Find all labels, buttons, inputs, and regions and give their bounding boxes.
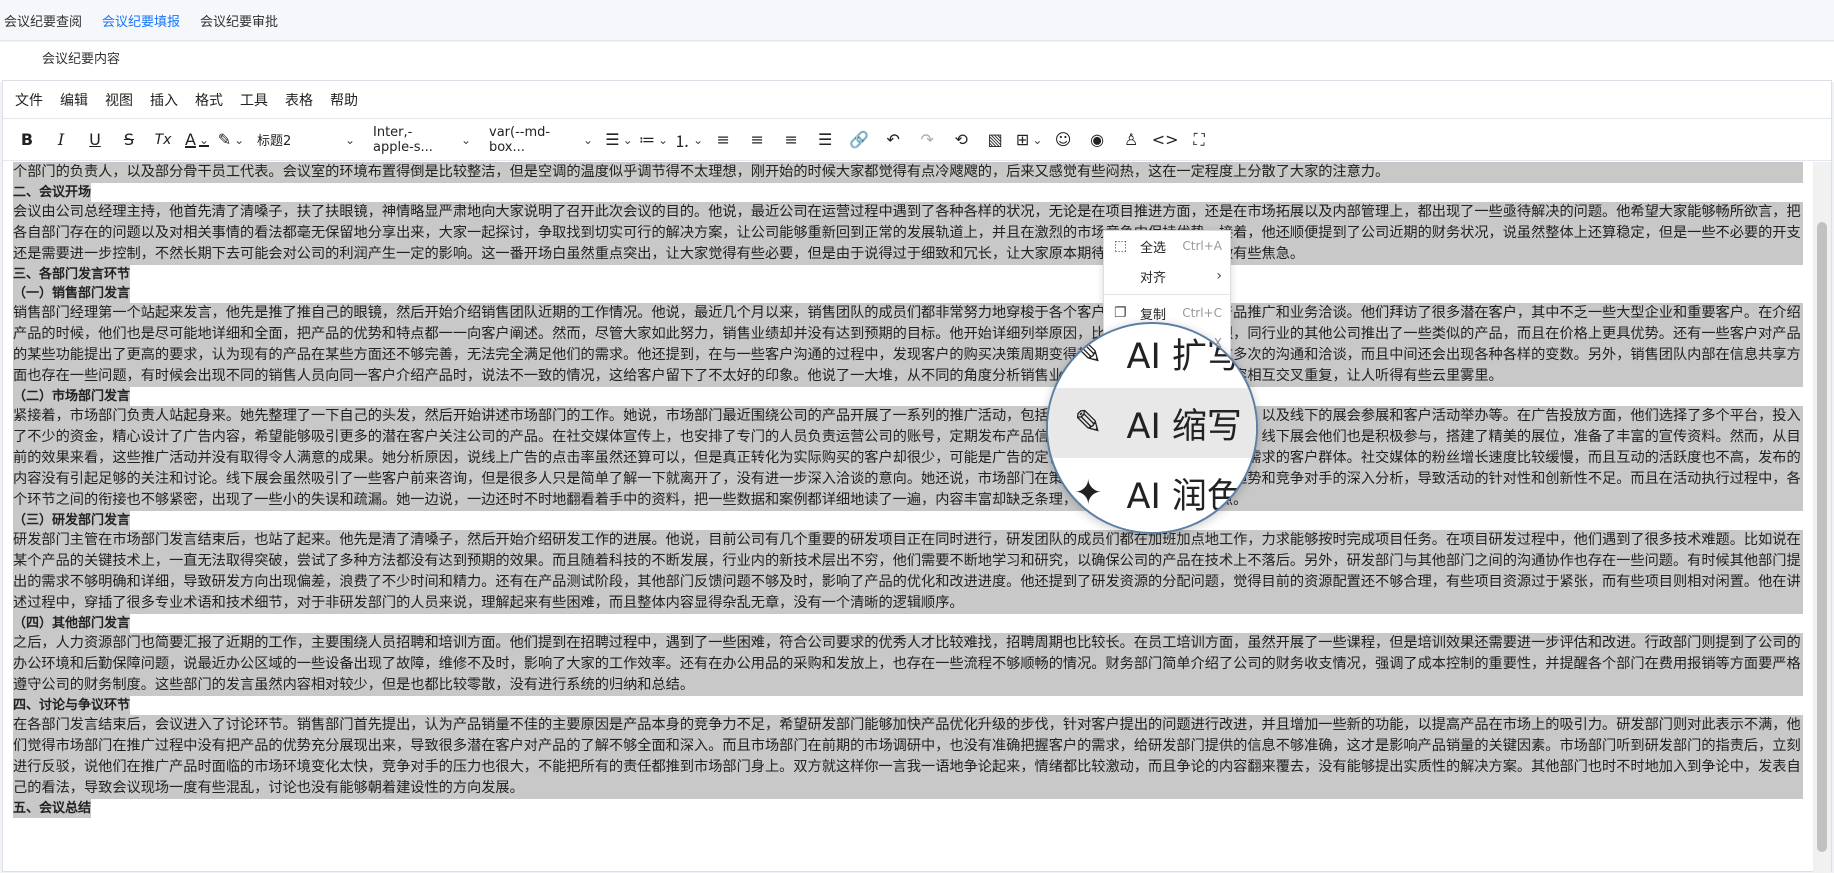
menu-view[interactable]: 视图 [105,90,133,110]
heading-discussion: 四、讨论与争议环节 [13,696,131,715]
tab-minutes-fill[interactable]: 会议纪要填报 [98,11,184,30]
ai-expand-icon: ✎ [1074,333,1103,373]
italic-button[interactable]: I [47,125,75,155]
fullscreen-icon[interactable]: ⛶ [1185,125,1213,155]
heading-department-speeches: 三、各部门发言环节 [13,265,131,284]
menu-tools[interactable]: 工具 [240,90,268,110]
subheading-rnd: （三）研发部门发言 [13,511,131,530]
font-color-button[interactable]: A [183,125,211,155]
clear-format-button[interactable]: Tx [149,125,177,155]
font-family-select[interactable]: Inter,-apple-s... ⌄ [367,125,477,155]
magnifier-lens: ✎ AI 扩写 ✎ AI 缩写 ✦ AI 润色 [1046,322,1258,534]
stamp-icon[interactable]: ♙ [1117,125,1145,155]
subheading-marketing: （二）市场部门发言 [13,387,131,406]
chevron-down-icon: ⌄ [582,132,593,147]
menu-item-label: AI 润色 [1126,476,1242,517]
tab-minutes-approve[interactable]: 会议纪要审批 [196,11,282,30]
menu-item-align[interactable]: 对齐 › [1104,261,1230,291]
chevron-right-icon: › [1216,268,1222,284]
subheading-others: （四）其他部门发言 [13,614,131,633]
shortcut-label: Ctrl+A [1182,239,1222,253]
font-family-value: Inter,-apple-s... [373,124,433,155]
align-right-icon[interactable]: ≡ [777,125,805,155]
align-center-icon[interactable]: ≡ [743,125,771,155]
vertical-scrollbar[interactable] [1813,162,1831,873]
subheading-sales: （一）销售部门发言 [13,284,131,303]
history-icon[interactable]: ⟲ [947,125,975,155]
chevron-down-icon: ⌄ [344,132,355,147]
emoji-icon[interactable]: ☺ [1049,125,1077,155]
paragraph: 在各部门发言结束后，会议进入了讨论环节。销售部门首先提出，认为产品销量不佳的主要… [13,715,1803,799]
code-icon[interactable]: <> [1151,125,1179,155]
numbered-list-icon[interactable]: ⒈ [674,125,703,155]
align-justify-icon[interactable]: ☰ [811,125,839,155]
scrollbar-thumb[interactable] [1817,222,1827,852]
preview-icon[interactable]: ◉ [1083,125,1111,155]
menu-item-label: AI 缩写 [1126,406,1242,447]
menu-item-label: AI 扩写 [1126,336,1242,377]
paragraph: 研发部门主管在市场部门发言结束后，也站了起来。他先是清了清嗓子，然后开始介绍研发… [13,530,1803,614]
underline-button[interactable]: U [81,125,109,155]
paragraph: 销售部门经理第一个站起来发言，他先是推了推自己的眼镜，然后开始介绍销售团队近期的… [13,303,1803,387]
undo-icon[interactable]: ↶ [879,125,907,155]
ai-polish-icon: ✦ [1074,473,1103,513]
menu-file[interactable]: 文件 [15,90,43,110]
menu-help[interactable]: 帮助 [330,90,358,110]
align-left-icon[interactable]: ≡ [709,125,737,155]
menu-divider [1104,294,1230,295]
bold-button[interactable]: B [13,125,41,155]
editor-content[interactable]: 个部门的负责人，以及部分骨干员工代表。会议室的环境布置得倒是比较整洁，但是空调的… [3,162,1813,873]
paragraph: 会议由公司总经理主持，他首先清了清嗓子，扶了扶眼镜，神情略显严肃地向大家说明了召… [13,202,1803,265]
ai-shorten-icon: ✎ [1074,403,1103,443]
bullet-list-icon[interactable]: ≔ [639,125,668,155]
editor-toolbar: B I U S Tx A ✎ 标题2 ⌄ Inter,-apple-s... ⌄ v… [3,119,1831,161]
strikethrough-button[interactable]: S [115,125,143,155]
block-format-select[interactable]: 标题2 ⌄ [251,125,361,155]
block-format-value: 标题2 [257,134,292,149]
font-size-select[interactable]: var(--md-box... ⌄ [483,125,599,155]
menu-item-select-all[interactable]: ⬚ 全选 Ctrl+A [1104,231,1230,261]
heading-opening: 二、会议开场 [13,183,92,202]
paragraph: 个部门的负责人，以及部分骨干员工代表。会议室的环境布置得倒是比较整洁，但是空调的… [13,162,1803,183]
heading-summary: 五、会议总结 [13,799,92,818]
line-height-icon[interactable]: ☰ [605,125,633,155]
copy-icon: ❐ [1114,305,1127,321]
menu-item-label: 对齐 [1140,270,1167,286]
field-label: 会议纪要内容 [42,52,121,67]
highlight-color-button[interactable]: ✎ [217,125,245,155]
select-all-icon: ⬚ [1114,238,1128,254]
menu-item-label: 复制 [1140,307,1167,323]
menu-format[interactable]: 格式 [195,90,223,110]
redo-icon[interactable]: ↷ [913,125,941,155]
module-tabs: 会议纪要查阅 会议纪要填报 会议纪要审批 [0,0,1834,41]
form-section: 会议纪要内容 [0,42,1834,82]
menu-item-label: 全选 [1140,240,1167,256]
editor-menubar: 文件 编辑 视图 插入 格式 工具 表格 帮助 [3,81,1831,119]
tab-minutes-view[interactable]: 会议纪要查阅 [0,11,86,30]
chevron-down-icon: ⌄ [460,132,471,147]
link-icon[interactable]: 🔗 [845,125,873,155]
menu-item-ai-polish[interactable]: ✦ AI 润色 [1048,458,1256,528]
paragraph: 紧接着，市场部门负责人站起身来。她先整理了一下自己的头发，然后开始讲述市场部门的… [13,406,1803,511]
rich-text-editor: 文件 编辑 视图 插入 格式 工具 表格 帮助 B I U S Tx A ✎ 标… [2,80,1832,873]
menu-insert[interactable]: 插入 [150,90,178,110]
font-size-value: var(--md-box... [489,124,551,155]
image-icon[interactable]: ▧ [981,125,1009,155]
menu-table[interactable]: 表格 [285,90,313,110]
table-icon[interactable]: ⊞ [1015,125,1043,155]
menu-item-ai-expand[interactable]: ✎ AI 扩写 [1048,324,1256,388]
menu-item-ai-shorten[interactable]: ✎ AI 缩写 [1048,388,1256,458]
shortcut-label: Ctrl+C [1182,306,1222,320]
paragraph: 之后，人力资源部门也简要汇报了近期的工作，主要围绕人员招聘和培训方面。他们提到在… [13,633,1803,696]
menu-edit[interactable]: 编辑 [60,90,88,110]
